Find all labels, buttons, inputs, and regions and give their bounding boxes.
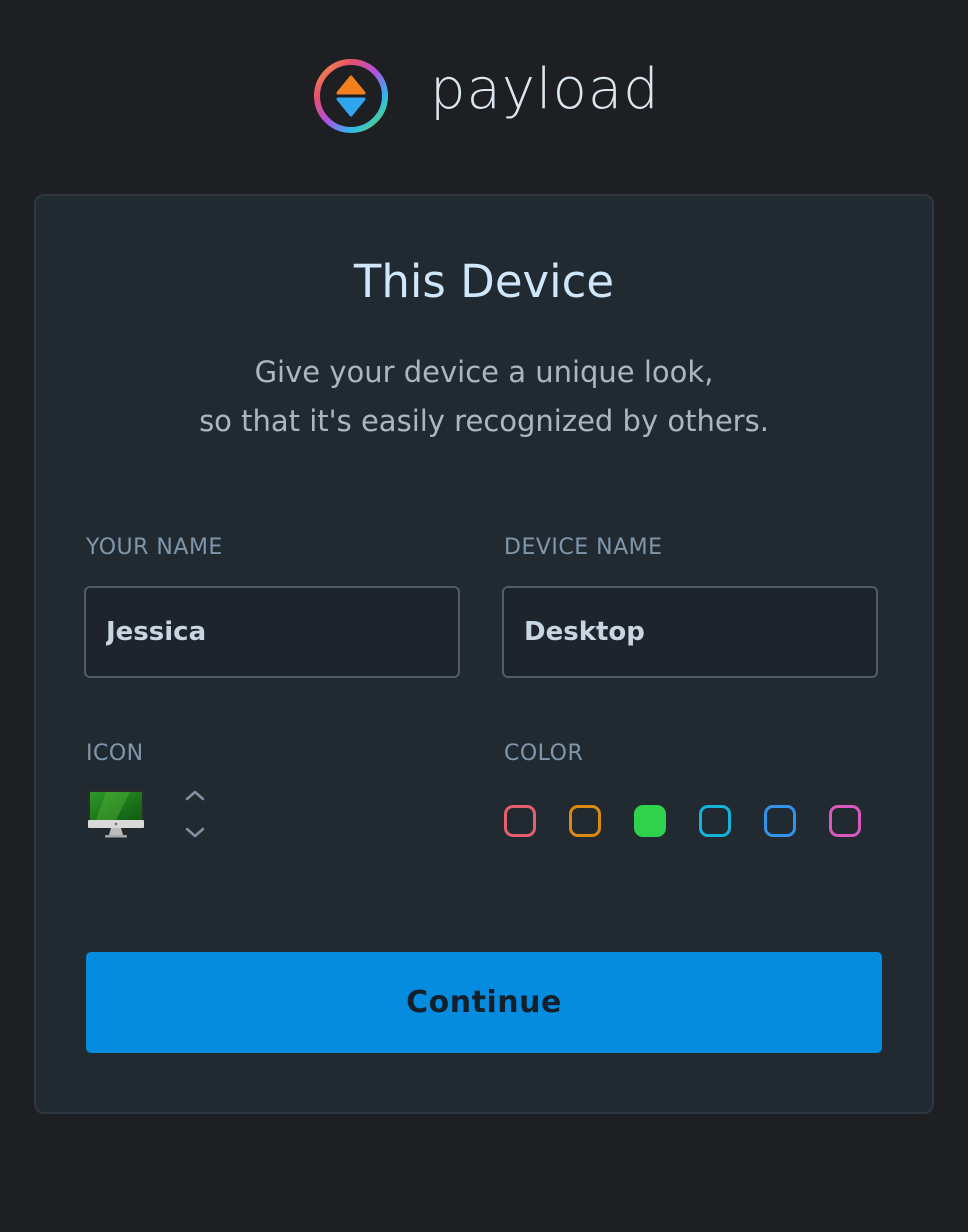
- color-swatch-cyan[interactable]: [699, 805, 731, 837]
- color-swatches: [504, 805, 861, 837]
- chevron-down-icon[interactable]: [184, 826, 206, 840]
- color-swatch-blue[interactable]: [764, 805, 796, 837]
- color-swatch-red[interactable]: [504, 805, 536, 837]
- card-subtitle-line-2: so that it's easily recognized by others…: [199, 404, 769, 438]
- color-swatch-orange[interactable]: [569, 805, 601, 837]
- your-name-input[interactable]: [84, 586, 460, 678]
- color-swatch-green[interactable]: [634, 805, 666, 837]
- card-subtitle: Give your device a unique look, so that …: [36, 348, 932, 446]
- device-card: This Device Give your device a unique lo…: [34, 194, 934, 1114]
- icon-label: ICON: [86, 741, 144, 766]
- continue-button[interactable]: Continue: [86, 952, 882, 1053]
- brand-header: payload: [312, 57, 660, 135]
- card-title: This Device: [353, 255, 615, 308]
- your-name-label: YOUR NAME: [86, 535, 223, 560]
- device-name-input[interactable]: [502, 586, 878, 678]
- card-subtitle-line-1: Give your device a unique look,: [254, 355, 714, 389]
- color-swatch-pink[interactable]: [829, 805, 861, 837]
- color-label: COLOR: [504, 741, 584, 766]
- payload-logo-icon: [314, 59, 388, 133]
- icon-picker: [86, 788, 208, 840]
- chevron-up-icon[interactable]: [184, 788, 206, 802]
- device-name-label: DEVICE NAME: [504, 535, 663, 560]
- icon-stepper: [182, 788, 208, 840]
- device-setup-page: payload This Device Give your device a u…: [0, 0, 968, 1232]
- imac-icon[interactable]: [86, 788, 146, 840]
- brand-name: payload: [430, 57, 660, 122]
